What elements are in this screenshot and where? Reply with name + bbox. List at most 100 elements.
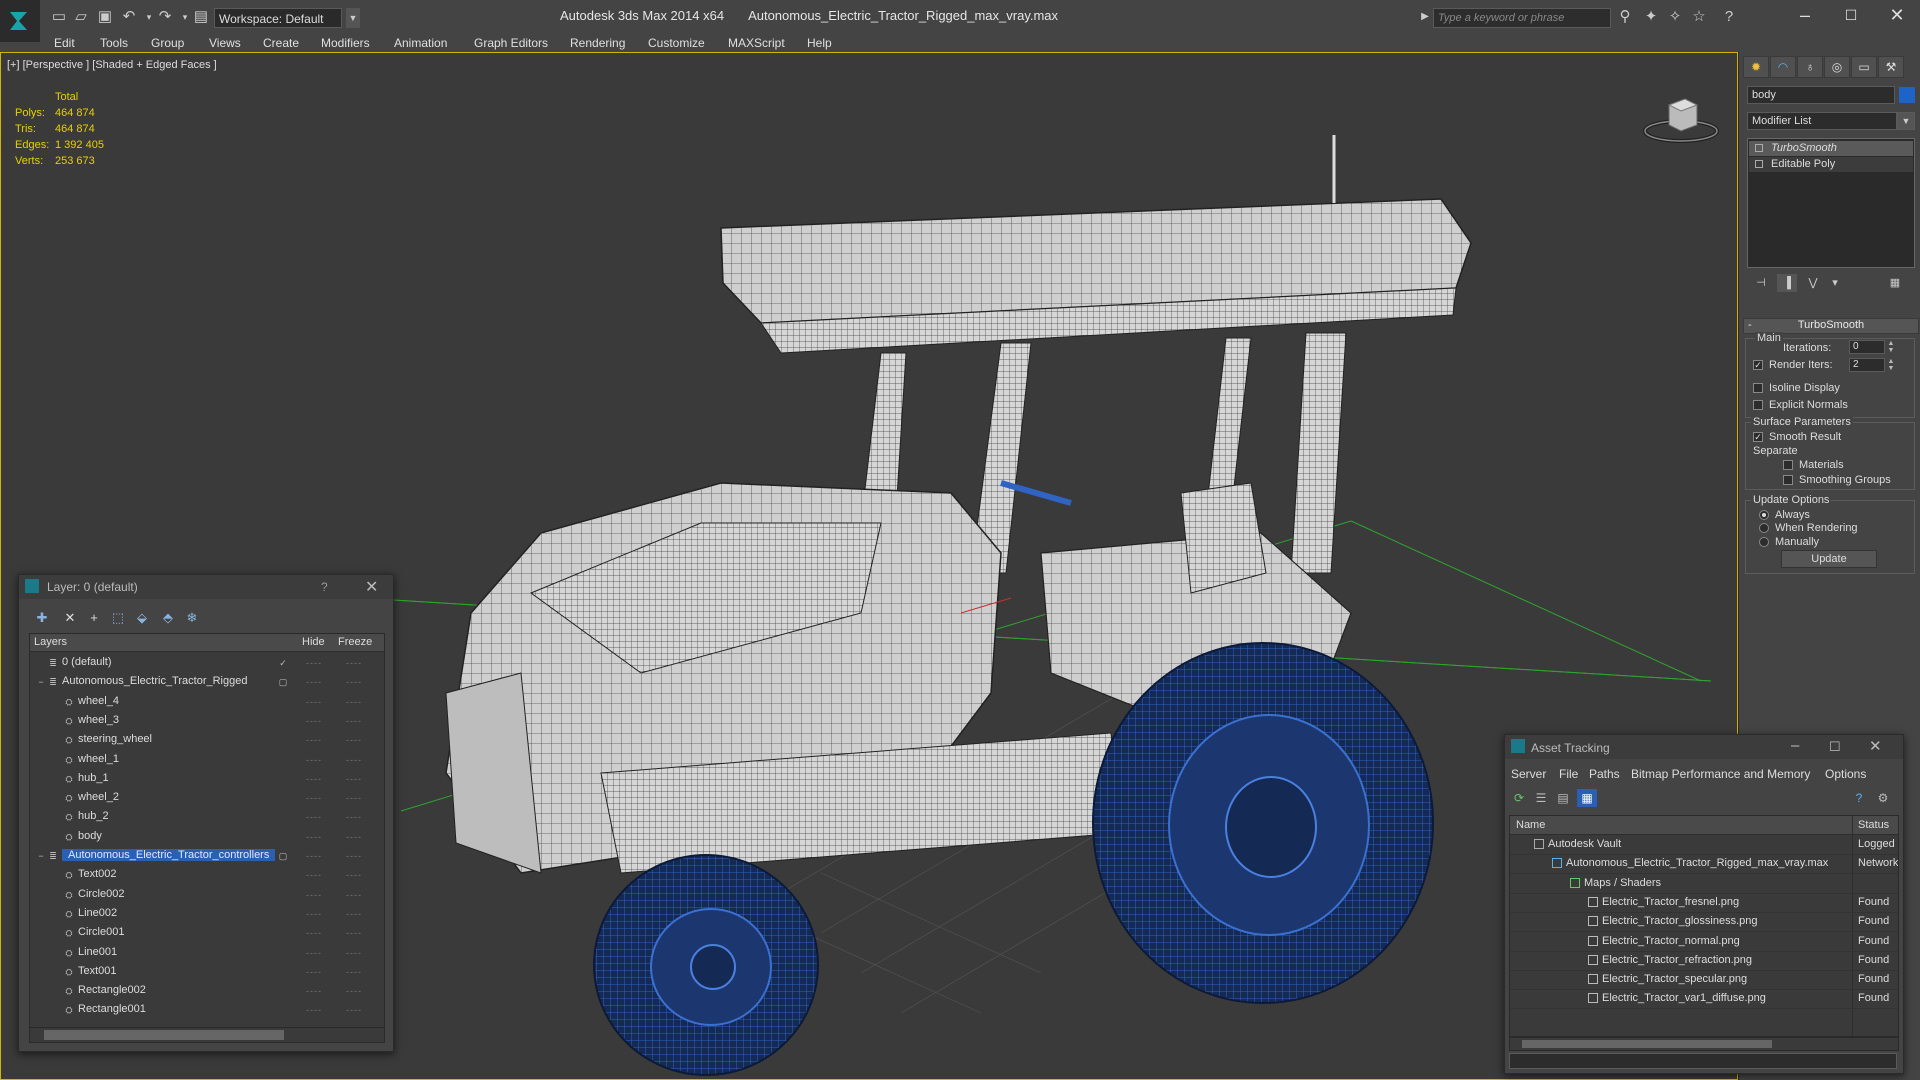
asset-menu-bitmap-performance[interactable]: Bitmap Performance and Memory bbox=[1631, 767, 1810, 781]
help-icon[interactable]: ? bbox=[1720, 8, 1738, 26]
horizontal-scrollbar[interactable] bbox=[29, 1027, 385, 1043]
freeze-toggle[interactable]: ---- bbox=[346, 735, 362, 745]
layer-row[interactable]: ⛭ hub_2 ---- ---- bbox=[30, 808, 384, 827]
freeze-toggle[interactable]: ---- bbox=[346, 793, 362, 803]
layer-dialog-titlebar[interactable]: Layer: 0 (default) ? ✕ bbox=[19, 575, 393, 599]
menu-create[interactable]: Create bbox=[263, 34, 299, 52]
hide-toggle[interactable]: ---- bbox=[306, 774, 322, 784]
layer-row[interactable]: ⛭ wheel_1 ---- ---- bbox=[30, 751, 384, 770]
layer-row[interactable]: ⛭ Rectangle001 ---- ---- bbox=[30, 1001, 384, 1020]
asset-row[interactable]: Electric_Tractor_specular.png Found bbox=[1510, 970, 1898, 991]
hide-toggle[interactable]: ---- bbox=[306, 812, 322, 822]
layer-row[interactable]: ⛭ steering_wheel ---- ---- bbox=[30, 731, 384, 750]
vault-help-icon[interactable]: ? bbox=[1849, 789, 1869, 807]
layer-row[interactable]: ⛭ wheel_2 ---- ---- bbox=[30, 789, 384, 808]
delete-layer-icon[interactable]: ✕ bbox=[61, 609, 79, 627]
hide-unhide-all-icon[interactable]: ⬘ bbox=[159, 609, 177, 627]
hide-toggle[interactable]: ---- bbox=[306, 851, 322, 861]
freeze-unfreeze-all-icon[interactable]: ❄ bbox=[183, 609, 201, 627]
layer-row[interactable]: ⛭ hub_1 ---- ---- bbox=[30, 770, 384, 789]
set-current-layer-icon[interactable]: ▢ bbox=[278, 677, 288, 687]
object-name-field[interactable]: body bbox=[1747, 86, 1895, 104]
hide-toggle[interactable]: ---- bbox=[306, 755, 322, 765]
asset-row[interactable]: Autodesk Vault Logged ( bbox=[1510, 835, 1898, 855]
menu-edit[interactable]: Edit bbox=[54, 34, 75, 52]
set-current-layer-icon[interactable]: ▢ bbox=[278, 851, 288, 861]
hide-toggle[interactable]: ---- bbox=[306, 890, 322, 900]
asset-menu-server[interactable]: Server bbox=[1511, 767, 1546, 781]
satellite-icon[interactable]: ✧ bbox=[1666, 8, 1684, 26]
menu-graph-editors[interactable]: Graph Editors bbox=[474, 34, 548, 52]
freeze-toggle[interactable]: ---- bbox=[346, 890, 362, 900]
hide-toggle[interactable]: ---- bbox=[306, 697, 322, 707]
menu-help[interactable]: Help bbox=[807, 34, 832, 52]
project-folder-icon[interactable]: ▤ bbox=[192, 8, 210, 26]
undo-icon[interactable]: ↶ bbox=[120, 8, 138, 26]
maximize-icon[interactable]: ☐ bbox=[1829, 739, 1841, 755]
save-file-icon[interactable]: ▣ bbox=[96, 8, 114, 26]
hide-toggle[interactable]: ---- bbox=[306, 793, 322, 803]
make-unique-icon[interactable]: ⋁ bbox=[1803, 274, 1823, 292]
hide-column-header[interactable]: Hide bbox=[302, 636, 325, 648]
update-button[interactable]: Update bbox=[1781, 550, 1877, 568]
add-to-layer-icon[interactable]: + bbox=[85, 609, 103, 627]
asset-row[interactable]: Electric_Tractor_var1_diffuse.png Found bbox=[1510, 989, 1898, 1010]
hide-toggle[interactable]: ---- bbox=[306, 658, 322, 668]
asset-row[interactable]: Electric_Tractor_glossiness.png Found bbox=[1510, 912, 1898, 933]
layer-row[interactable]: ⛭ Line001 ---- ---- bbox=[30, 944, 384, 963]
menu-maxscript[interactable]: MAXScript bbox=[728, 34, 785, 52]
asset-row[interactable]: Electric_Tractor_refraction.png Found bbox=[1510, 951, 1898, 971]
close-icon[interactable]: ✕ bbox=[365, 577, 378, 597]
layer-row[interactable]: − ≣ Autonomous_Electric_Tractor_Rigged ▢ ---… bbox=[30, 673, 384, 692]
iterations-input[interactable]: 0 bbox=[1849, 340, 1885, 354]
name-column-header[interactable]: Name bbox=[1516, 819, 1545, 831]
favorites-star-icon[interactable]: ☆ bbox=[1690, 8, 1708, 26]
freeze-toggle[interactable]: ---- bbox=[346, 677, 362, 687]
hide-toggle[interactable]: ---- bbox=[306, 870, 322, 880]
layer-row[interactable]: ⛭ Circle002 ---- ---- bbox=[30, 886, 384, 905]
layer-row[interactable]: ⛭ wheel_3 ---- ---- bbox=[30, 712, 384, 731]
materials-checkbox[interactable] bbox=[1783, 460, 1793, 470]
layer-row[interactable]: ⛭ Circle001 ---- ---- bbox=[30, 924, 384, 943]
hierarchy-tab-icon[interactable]: ♁ bbox=[1797, 56, 1823, 78]
app-logo-menu-button[interactable] bbox=[0, 0, 40, 42]
hide-toggle[interactable]: ---- bbox=[306, 735, 322, 745]
freeze-toggle[interactable]: ---- bbox=[346, 928, 362, 938]
viewcube-icon[interactable] bbox=[1641, 91, 1721, 151]
freeze-toggle[interactable]: ---- bbox=[346, 1005, 362, 1015]
freeze-column-header[interactable]: Freeze bbox=[338, 636, 372, 648]
layers-column-header[interactable]: Layers bbox=[34, 636, 67, 648]
explicit-normals-checkbox[interactable] bbox=[1753, 400, 1763, 410]
binoculars-icon[interactable]: ⚲ bbox=[1616, 8, 1634, 26]
asset-dialog-titlebar[interactable]: Asset Tracking – ☐ ✕ bbox=[1505, 735, 1903, 759]
chevron-down-icon[interactable]: ▼ bbox=[1897, 112, 1915, 130]
freeze-toggle[interactable]: ---- bbox=[346, 658, 362, 668]
motion-tab-icon[interactable]: ◎ bbox=[1824, 56, 1850, 78]
layer-row[interactable]: ⛭ wheel_4 ---- ---- bbox=[30, 693, 384, 712]
lightbulb-icon[interactable] bbox=[1755, 144, 1763, 152]
hide-toggle[interactable]: ---- bbox=[306, 986, 322, 996]
asset-row[interactable]: Autonomous_Electric_Tractor_Rigged_max_v… bbox=[1510, 854, 1898, 875]
list-view-icon[interactable]: ☰ bbox=[1531, 789, 1551, 807]
collapse-icon[interactable]: − bbox=[36, 851, 46, 861]
freeze-toggle[interactable]: ---- bbox=[346, 986, 362, 996]
hide-toggle[interactable]: ---- bbox=[306, 716, 322, 726]
thumbnail-view-icon[interactable]: ▤ bbox=[1553, 789, 1573, 807]
communication-center-icon[interactable]: ✦ bbox=[1642, 8, 1660, 26]
close-button[interactable]: ✕ bbox=[1874, 0, 1920, 32]
open-file-icon[interactable]: ▱ bbox=[72, 8, 90, 26]
minimize-button[interactable]: – bbox=[1782, 0, 1828, 32]
pin-stack-icon[interactable]: ⊣ bbox=[1751, 274, 1771, 292]
layer-row[interactable]: ⛭ Text001 ---- ---- bbox=[30, 963, 384, 982]
menu-rendering[interactable]: Rendering bbox=[570, 34, 625, 52]
menu-modifiers[interactable]: Modifiers bbox=[321, 34, 370, 52]
maximize-button[interactable]: ☐ bbox=[1828, 0, 1874, 32]
layer-row[interactable]: − ≣ Autonomous_Electric_Tractor_controller… bbox=[30, 847, 384, 866]
status-column-header[interactable]: Status bbox=[1858, 819, 1889, 831]
refresh-icon[interactable]: ⟳ bbox=[1509, 789, 1529, 807]
spinner-arrows-icon[interactable]: ▲ ▼ bbox=[1887, 340, 1895, 354]
freeze-toggle[interactable]: ---- bbox=[346, 832, 362, 842]
hide-toggle[interactable]: ---- bbox=[306, 909, 322, 919]
layer-row[interactable]: ⛭ body ---- ---- bbox=[30, 828, 384, 847]
always-radio[interactable] bbox=[1759, 510, 1769, 520]
